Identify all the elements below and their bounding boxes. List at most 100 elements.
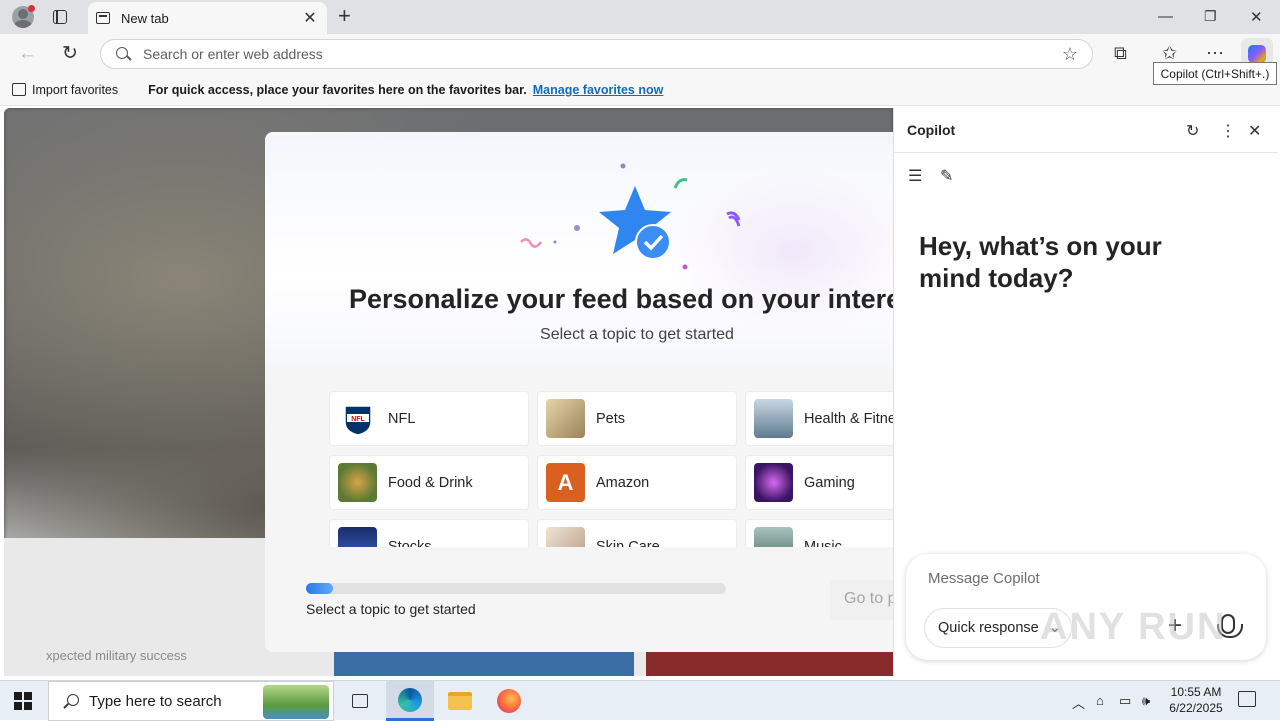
favorites-bar-message: For quick access, place your favorites h… <box>148 82 527 97</box>
file-explorer-icon <box>448 692 472 710</box>
taskbar-firefox-button[interactable] <box>485 681 533 721</box>
task-view-icon <box>352 694 368 708</box>
copilot-more-icon[interactable]: ⋮ <box>1220 121 1236 141</box>
edge-icon <box>398 687 422 712</box>
clock-date: 6/22/2025 <box>1169 701 1223 715</box>
copilot-tooltip: Copilot (Ctrl+Shift+.) <box>1153 62 1277 85</box>
nfl-shield-icon: NFL <box>338 399 377 438</box>
topic-card-gaming[interactable]: Gaming <box>745 455 893 510</box>
search-icon <box>63 693 79 709</box>
background-headline: xpected military success <box>46 648 187 663</box>
new-tab-plus-icon[interactable]: + <box>338 5 351 27</box>
network-icon[interactable]: ▭ <box>1119 693 1131 709</box>
favorites-bar: Import favorites For quick access, place… <box>0 74 1280 106</box>
topic-card-skincare[interactable]: Skin Care <box>537 519 737 547</box>
copilot-greeting: Hey, what’s on your mind today? <box>919 231 1162 293</box>
topic-label: Food & Drink <box>388 474 473 491</box>
tab-title: New tab <box>121 10 169 26</box>
topic-card-music[interactable]: Music <box>745 519 893 547</box>
copilot-new-chat-icon[interactable]: ✎ <box>940 166 953 186</box>
import-favorites-label: Import favorites <box>32 82 119 97</box>
refresh-icon[interactable]: ↻ <box>62 44 78 63</box>
extensions-icon[interactable]: ⧉ <box>1114 43 1127 64</box>
topic-label: Stocks <box>388 538 432 548</box>
personalize-dialog: Personalize your feed based on your inte… <box>265 132 893 652</box>
topic-card-amazon[interactable]: A Amazon <box>537 455 737 510</box>
tab-strip: New tab ✕ + — ❐ ✕ <box>0 0 1280 34</box>
volume-icon[interactable]: 🕪 <box>1142 693 1150 709</box>
address-bar[interactable]: ☆ <box>100 39 1093 69</box>
device-icon[interactable]: ⌂ <box>1096 693 1104 708</box>
watermark: ANY RUN <box>1040 606 1227 648</box>
topic-card-health[interactable]: Health & Fitness <box>745 391 893 446</box>
topic-label: Skin Care <box>596 538 660 548</box>
search-icon <box>115 46 131 62</box>
notification-center-icon[interactable] <box>1238 691 1256 707</box>
topic-card-food[interactable]: Food & Drink <box>329 455 529 510</box>
fitness-thumbnail-icon <box>754 399 793 438</box>
topic-card-pets[interactable]: Pets <box>537 391 737 446</box>
progress-label: Select a topic to get started <box>306 601 476 617</box>
window-close-icon[interactable]: ✕ <box>1250 8 1263 26</box>
copilot-pane: Copilot ↻ ⋮ ✕ ☰ ✎ Hey, what’s on your mi… <box>893 108 1278 676</box>
copilot-message-input[interactable] <box>928 570 1228 587</box>
amazon-letter-icon: A <box>546 463 585 502</box>
import-icon <box>12 83 26 96</box>
topic-label: Pets <box>596 410 626 427</box>
confetti-decoration <box>520 163 741 270</box>
firefox-icon <box>497 689 521 713</box>
background-card <box>646 652 893 676</box>
more-menu-icon[interactable]: ⋯ <box>1206 43 1224 64</box>
food-thumbnail-icon <box>338 463 377 502</box>
topic-label: Music <box>804 538 842 548</box>
tab-actions-icon[interactable] <box>53 10 67 24</box>
response-mode-label: Quick response <box>938 620 1039 636</box>
topic-label: Health & Fitness <box>804 410 893 427</box>
favorites-icon[interactable]: ✩ <box>1162 43 1177 64</box>
task-view-button[interactable] <box>336 681 384 721</box>
navigation-bar: ← ↻ ☆ ⧉ ✩ ⋯ <box>0 34 1280 74</box>
taskbar-edge-button[interactable] <box>386 681 434 721</box>
tab-new-tab[interactable]: New tab ✕ <box>88 2 327 34</box>
clock-time: 10:55 AM <box>1170 685 1222 699</box>
topics-grid: NFL NFL Pets Health & Fitness Food & Dri… <box>329 391 893 547</box>
favorite-star-icon[interactable]: ☆ <box>1062 44 1078 65</box>
topic-card-stocks[interactable]: Stocks <box>329 519 529 547</box>
topic-label: Gaming <box>804 474 855 491</box>
tab-close-icon[interactable]: ✕ <box>301 8 319 28</box>
progress-bar <box>306 583 726 594</box>
copilot-refresh-icon[interactable]: ↻ <box>1186 121 1199 141</box>
system-clock[interactable]: 10:55 AM 6/22/2025 <box>1160 684 1232 716</box>
copilot-close-icon[interactable]: ✕ <box>1248 121 1261 141</box>
topic-card-nfl[interactable]: NFL NFL <box>329 391 529 446</box>
dialog-subtitle: Select a topic to get started <box>540 326 734 343</box>
background-card <box>334 652 634 676</box>
restore-icon[interactable]: ❐ <box>1204 8 1217 25</box>
taskbar-search-input[interactable] <box>89 692 259 710</box>
address-input[interactable] <box>143 46 1062 62</box>
pets-thumbnail-icon <box>546 399 585 438</box>
gamepad-thumbnail-icon <box>754 463 793 502</box>
progress-fill <box>306 583 334 594</box>
topic-label: Amazon <box>596 474 650 491</box>
back-arrow-icon[interactable]: ← <box>18 44 37 63</box>
svg-text:NFL: NFL <box>351 416 365 423</box>
import-favorites-button[interactable]: Import favorites <box>12 83 118 97</box>
stocks-thumbnail-icon <box>338 527 377 547</box>
taskbar-search-box[interactable] <box>48 681 334 721</box>
manage-favorites-link[interactable]: Manage favorites now <box>533 83 664 97</box>
windows-start-icon[interactable] <box>14 692 32 710</box>
minimize-icon[interactable]: — <box>1158 8 1173 25</box>
copilot-history-icon[interactable]: ☰ <box>908 166 922 186</box>
show-hidden-icons-chevron-icon[interactable]: ︿ <box>1072 693 1085 712</box>
music-thumbnail-icon <box>754 527 793 547</box>
dialog-title: Personalize your feed based on your inte… <box>349 284 893 314</box>
taskbar-explorer-button[interactable] <box>436 681 484 721</box>
skincare-thumbnail-icon <box>546 527 585 547</box>
copilot-title: Copilot <box>907 122 956 138</box>
go-to-feed-button[interactable]: Go to p <box>830 580 893 620</box>
taskbar: ︿ ⌂ ▭ 🕪 10:55 AM 6/22/2025 <box>0 680 1280 721</box>
new-tab-page-icon <box>96 12 110 24</box>
topic-label: NFL <box>388 410 416 427</box>
profile-alert-dot <box>28 5 35 12</box>
